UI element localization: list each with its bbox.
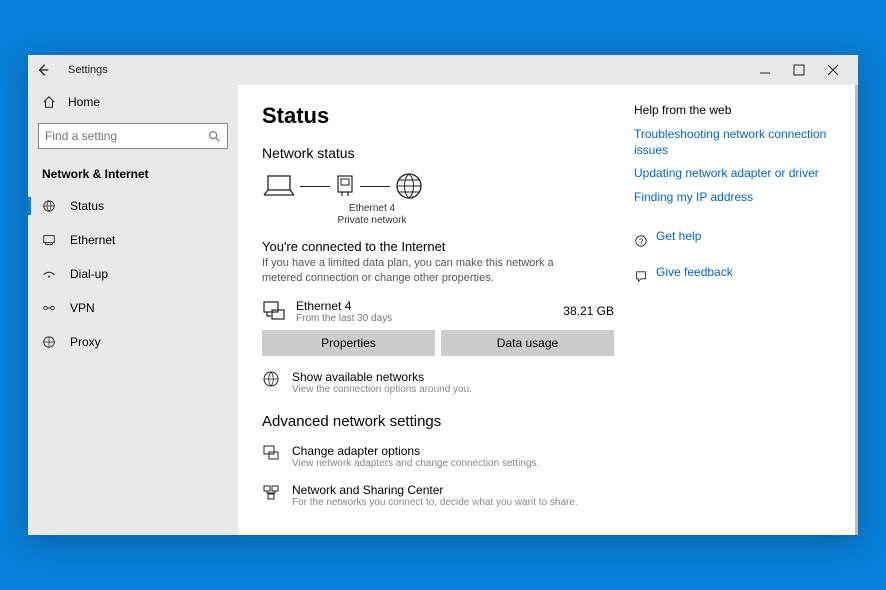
status-icon (42, 199, 58, 213)
maximize-button[interactable] (782, 63, 816, 77)
nav-label: Dial-up (70, 267, 108, 281)
section-title: Network & Internet (28, 159, 238, 189)
nic-icon (334, 173, 356, 199)
nav-item-vpn[interactable]: VPN (28, 291, 238, 325)
svg-text:?: ? (639, 238, 644, 247)
minimize-icon (758, 63, 772, 77)
home-link[interactable]: Home (28, 85, 238, 119)
help-heading: Help from the web (634, 103, 834, 117)
advanced-heading: Advanced network settings (262, 413, 614, 430)
main-panel: Status Network status (262, 103, 614, 517)
nav-item-ethernet[interactable]: Ethernet (28, 223, 238, 257)
close-button[interactable] (816, 63, 850, 77)
content-area: Status Network status (238, 85, 858, 535)
data-usage-button[interactable]: Data usage (441, 330, 614, 356)
home-label: Home (68, 95, 100, 109)
globe-small-icon (262, 370, 280, 395)
help-link-find-ip[interactable]: Finding my IP address (634, 190, 834, 206)
feedback-link[interactable]: Give feedback (634, 265, 834, 289)
sharing-center-desc: For the networks you connect to, decide … (292, 497, 578, 508)
get-help-label: Get help (656, 229, 701, 245)
proxy-icon (42, 335, 58, 349)
nav-label: Status (70, 199, 104, 213)
adapter-sub: From the last 30 days (296, 313, 553, 324)
adapter-options[interactable]: Change adapter options View network adap… (262, 444, 614, 469)
connected-title: You're connected to the Internet (262, 239, 614, 254)
network-diagram (262, 171, 614, 201)
get-help-link[interactable]: ? Get help (634, 229, 834, 253)
app-name: Settings (68, 64, 108, 76)
ethernet-icon (42, 233, 58, 247)
nav-item-status[interactable]: Status (28, 189, 238, 223)
help-panel: Help from the web Troubleshooting networ… (634, 103, 834, 517)
minimize-button[interactable] (748, 63, 782, 77)
nav-item-proxy[interactable]: Proxy (28, 325, 238, 359)
feedback-icon (634, 270, 648, 284)
scrollbar[interactable] (855, 85, 858, 535)
globe-icon (394, 171, 424, 201)
adapter-options-title: Change adapter options (292, 444, 539, 458)
help-link-troubleshoot[interactable]: Troubleshooting network connection issue… (634, 127, 834, 158)
show-networks-option[interactable]: Show available networks View the connect… (262, 370, 614, 395)
laptop-icon (262, 173, 296, 199)
close-icon (826, 63, 840, 77)
adapter-icon (262, 299, 286, 323)
adapter-options-desc: View network adapters and change connect… (292, 458, 539, 469)
help-icon: ? (634, 234, 648, 248)
help-link-update-adapter[interactable]: Updating network adapter or driver (634, 166, 834, 182)
back-arrow-icon (36, 63, 50, 77)
connected-desc: If you have a limited data plan, you can… (262, 256, 562, 287)
back-button[interactable] (36, 63, 56, 77)
vpn-icon (42, 301, 58, 315)
diagram-profile: Private network (332, 215, 412, 227)
settings-window: Settings Home Network & (28, 55, 858, 535)
search-icon (207, 129, 221, 143)
titlebar: Settings (28, 55, 858, 85)
search-input[interactable] (45, 129, 207, 143)
dialup-icon (42, 267, 58, 281)
show-networks-title: Show available networks (292, 370, 472, 384)
properties-button[interactable]: Properties (262, 330, 435, 356)
nav-label: Proxy (70, 335, 101, 349)
nav-label: Ethernet (70, 233, 115, 247)
maximize-icon (792, 63, 806, 77)
nav-item-dialup[interactable]: Dial-up (28, 257, 238, 291)
sharing-center-title: Network and Sharing Center (292, 483, 578, 497)
nav-label: VPN (70, 301, 95, 315)
show-networks-desc: View the connection options around you. (292, 384, 472, 395)
adapter-row: Ethernet 4 From the last 30 days 38.21 G… (262, 299, 614, 324)
sharing-center-icon (262, 483, 280, 508)
network-status-heading: Network status (262, 145, 614, 161)
sidebar: Home Network & Internet Status Ethernet (28, 85, 238, 535)
page-title: Status (262, 103, 614, 129)
home-icon (42, 95, 58, 109)
search-box[interactable] (38, 123, 228, 149)
sharing-center[interactable]: Network and Sharing Center For the netwo… (262, 483, 614, 508)
diagram-adapter-name: Ethernet 4 (332, 203, 412, 215)
feedback-label: Give feedback (656, 265, 733, 281)
adapter-name: Ethernet 4 (296, 299, 553, 313)
adapter-usage: 38.21 GB (563, 304, 614, 318)
adapter-options-icon (262, 444, 280, 469)
